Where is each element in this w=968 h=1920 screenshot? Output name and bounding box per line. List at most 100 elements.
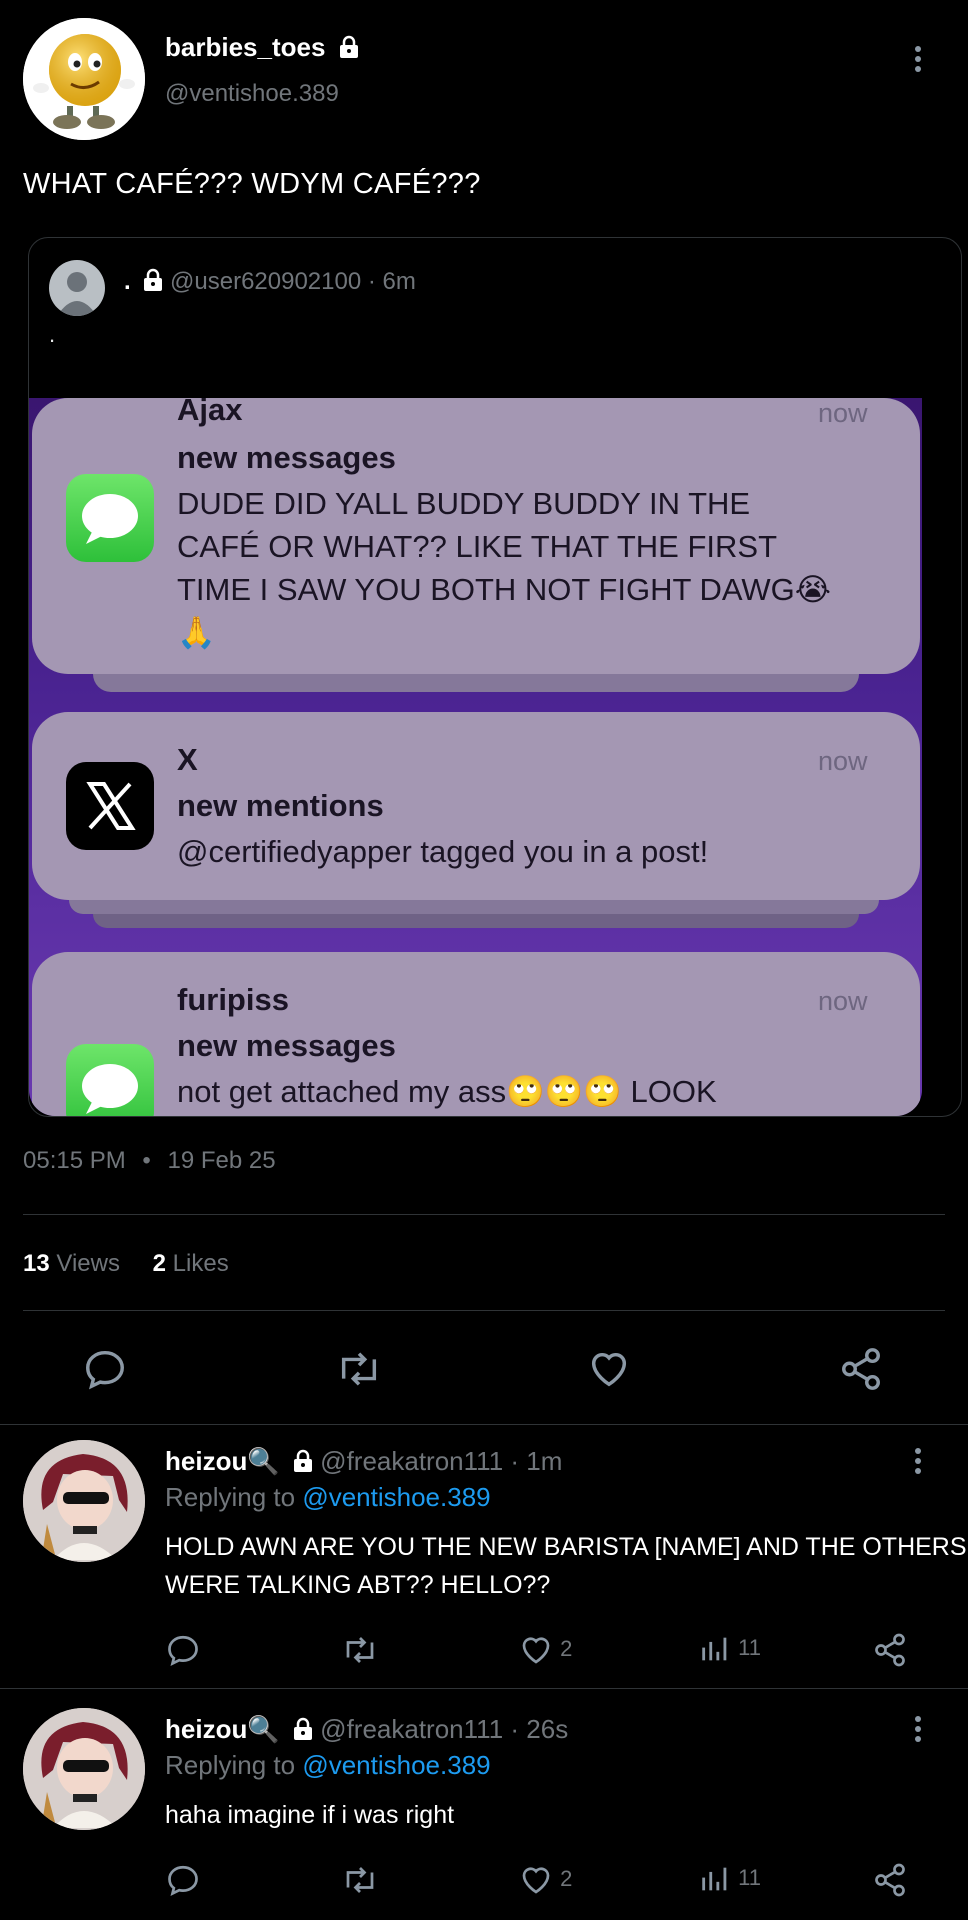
reply-like-count: 2 <box>560 1865 573 1891</box>
reply-like-count: 2 <box>560 1635 573 1661</box>
notification-title: new mentions <box>177 788 384 823</box>
divider <box>23 1214 945 1215</box>
reply-author-avatar[interactable] <box>23 1440 145 1562</box>
more-options-icon[interactable] <box>914 1448 922 1478</box>
emoji-avatar-image <box>23 18 145 140</box>
reply-handle[interactable]: @freakatron111 <box>320 1446 503 1476</box>
author-avatar[interactable] <box>23 18 145 140</box>
notification-body-line: CAFÉ OR WHAT?? LIKE THAT THE FIRST <box>177 529 778 564</box>
quoted-age: 6m <box>382 268 416 295</box>
notification-body: DUDE DID YALL BUDDY BUDDY IN THE CAFÉ OR… <box>177 482 831 654</box>
reply-view-count: 11 <box>738 1634 761 1660</box>
reply-comment-icon[interactable] <box>165 1632 201 1668</box>
notification-x: X now new mentions @certifiedyapper tagg… <box>32 712 920 900</box>
notification-body-line: 🙏 <box>177 615 216 650</box>
notification-time: now <box>818 398 868 428</box>
notification-stack-shadow <box>93 674 859 692</box>
notification-title: new messages <box>177 440 396 475</box>
post-stats: 13 Views 2 Likes <box>23 1250 229 1278</box>
reply-icon[interactable] <box>82 1346 128 1397</box>
quoted-author-avatar[interactable] <box>49 260 105 316</box>
meta-separator: • <box>142 1147 151 1174</box>
reply-text: haha imagine if i was right <box>165 1796 454 1834</box>
analytics-icon <box>702 1637 727 1661</box>
reply-comment-icon[interactable] <box>165 1862 201 1898</box>
reply-age: 1m <box>526 1446 563 1476</box>
notification-stack-shadow <box>93 914 859 928</box>
quoted-header: . @user620902100 · 6m <box>124 268 416 295</box>
share-icon[interactable] <box>838 1346 884 1397</box>
reply-header: heizou🔍 @freakatron111 · 1m <box>165 1446 563 1476</box>
notification-app-name: Ajax <box>177 398 243 427</box>
reply-display-name[interactable]: heizou🔍 <box>165 1446 280 1476</box>
reply-like-button[interactable]: 2 <box>518 1862 572 1898</box>
notification-ajax: Ajax now new messages DUDE DID YALL BUDD… <box>32 398 920 674</box>
replying-to-link[interactable]: @ventishoe.389 <box>302 1750 490 1780</box>
author-name-row: barbies_toes <box>165 32 359 63</box>
lock-icon <box>291 1449 313 1472</box>
lock-icon <box>291 1717 313 1740</box>
notification-time: now <box>818 986 868 1016</box>
reply-author-avatar[interactable] <box>23 1708 145 1830</box>
views-stat[interactable]: 13 Views <box>23 1250 120 1277</box>
notification-body-line: TIME I SAW YOU BOTH NOT FIGHT DAWG😭 <box>177 572 831 607</box>
quoted-handle[interactable]: @user620902100 <box>170 268 361 295</box>
likes-stat[interactable]: 2 Likes <box>153 1250 229 1277</box>
post-time: 05:15 PM <box>23 1147 126 1174</box>
replying-label: Replying to <box>165 1750 296 1780</box>
notification-body: not get attached my ass🙄🙄🙄 LOOK <box>177 1074 717 1109</box>
more-options-icon[interactable] <box>914 1716 922 1746</box>
notification-furipiss: furipiss now new messages not get attach… <box>32 952 920 1116</box>
notification-app-name: furipiss <box>177 982 289 1017</box>
reply-header: heizou🔍 @freakatron111 · 26s <box>165 1714 569 1744</box>
post-timestamp: 05:15 PM • 19 Feb 25 <box>23 1147 276 1175</box>
divider <box>0 1688 968 1689</box>
post-text: WHAT CAFÉ??? WDYM CAFÉ??? <box>23 168 481 200</box>
divider <box>23 1310 945 1311</box>
reply-text: HOLD AWN ARE YOU THE NEW BARISTA [NAME] … <box>165 1528 967 1604</box>
reply-display-name[interactable]: heizou🔍 <box>165 1714 280 1744</box>
messages-icon <box>66 474 154 562</box>
replying-to: Replying to @ventishoe.389 <box>165 1482 491 1513</box>
reply-share-icon[interactable] <box>872 1862 908 1898</box>
lock-icon <box>141 268 163 291</box>
notification-time: now <box>818 746 868 776</box>
reply-handle[interactable]: @freakatron111 <box>320 1714 503 1744</box>
notification-body-line: DUDE DID YALL BUDDY BUDDY IN THE <box>177 486 751 521</box>
anime-avatar-image <box>23 1440 145 1562</box>
lock-icon <box>337 35 359 58</box>
like-icon <box>522 1637 550 1664</box>
notification-app-name: X <box>177 742 198 777</box>
reply-view-count: 11 <box>738 1864 761 1890</box>
notification-title: new messages <box>177 1028 396 1063</box>
notification-body: @certifiedyapper tagged you in a post! <box>177 834 709 869</box>
reply-retweet-icon[interactable] <box>340 1862 380 1898</box>
default-avatar-icon <box>57 272 97 316</box>
like-icon <box>522 1867 550 1894</box>
retweet-icon[interactable] <box>334 1346 384 1397</box>
reply-like-button[interactable]: 2 <box>518 1632 572 1668</box>
reply-age: 26s <box>526 1714 569 1744</box>
reply-views-button[interactable]: 11 <box>698 1862 761 1896</box>
messages-icon <box>66 1044 154 1116</box>
reply-text-line: haha imagine if i was right <box>165 1801 455 1829</box>
quoted-display-name[interactable]: . <box>124 268 131 295</box>
reply-retweet-icon[interactable] <box>340 1632 380 1668</box>
notification-stack-shadow <box>69 900 879 914</box>
anime-avatar-image <box>23 1708 145 1830</box>
like-icon[interactable] <box>586 1346 632 1397</box>
reply-views-button[interactable]: 11 <box>698 1632 761 1666</box>
replying-to-link[interactable]: @ventishoe.389 <box>302 1482 490 1512</box>
replying-label: Replying to <box>165 1482 296 1512</box>
x-logo-icon <box>66 762 154 850</box>
author-handle[interactable]: @ventishoe.389 <box>165 80 339 108</box>
post-date: 19 Feb 25 <box>167 1147 276 1174</box>
quoted-media-screenshot[interactable]: Ajax now new messages DUDE DID YALL BUDD… <box>29 398 922 1116</box>
reply-text-line: WERE TALKING ABT?? HELLO?? <box>165 1571 551 1599</box>
divider <box>0 1424 968 1425</box>
quoted-tweet[interactable]: . @user620902100 · 6m . Ajax now new mes… <box>28 237 962 1117</box>
author-display-name[interactable]: barbies_toes <box>165 32 325 62</box>
analytics-icon <box>702 1867 727 1891</box>
reply-share-icon[interactable] <box>872 1632 908 1668</box>
more-options-icon[interactable] <box>914 46 922 76</box>
